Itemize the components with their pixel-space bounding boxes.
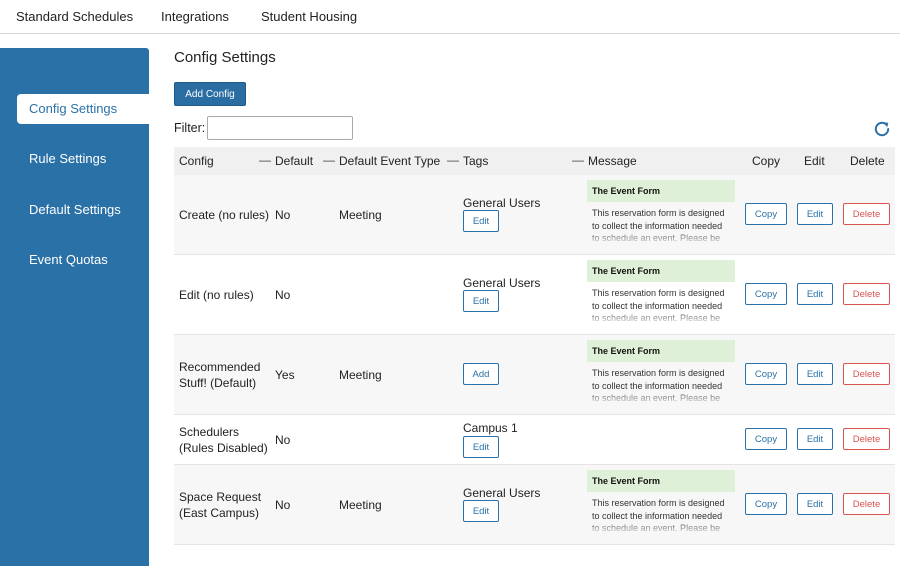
table-row: Space Request (East Campus) No Meeting G… [174,465,895,545]
edit-button[interactable]: Edit [797,493,833,515]
col-config-header[interactable]: Config [179,154,214,168]
tag-edit-button[interactable]: Edit [463,500,499,522]
default-value: No [275,433,291,447]
message-body: This reservation form is designed to col… [587,202,735,244]
default-value: Yes [275,368,295,382]
copy-button[interactable]: Copy [745,493,787,515]
message-body: This reservation form is designed to col… [587,492,735,534]
message-body: This reservation form is designed to col… [587,282,735,324]
copy-button[interactable]: Copy [745,363,787,385]
event-type: Meeting [339,208,382,222]
tab-standard-schedules[interactable]: Standard Schedules [16,9,133,24]
config-name: Edit (no rules) [179,288,254,302]
config-name: Create (no rules) [179,208,270,222]
default-value: No [275,208,291,222]
tag-name: Campus 1 [463,421,518,435]
config-name: Recommended Stuff! (Default) [179,360,261,390]
edit-button[interactable]: Edit [797,428,833,450]
message-title: The Event Form [587,260,735,282]
sidebar-item-config-settings[interactable]: Config Settings [17,94,149,124]
sidebar-item-rule-settings[interactable]: Rule Settings [17,144,149,174]
tag-edit-button[interactable]: Edit [463,436,499,458]
table-row: Schedulers (Rules Disabled) No Campus 1 … [174,415,895,465]
message-title: The Event Form [587,340,735,362]
copy-button[interactable]: Copy [745,283,787,305]
filter-label: Filter: [174,121,206,135]
col-edit-header: Edit [804,154,825,168]
copy-button[interactable]: Copy [745,203,787,225]
delete-button[interactable]: Delete [843,203,890,225]
edit-button[interactable]: Edit [797,363,833,385]
message-preview: The Event Form This reservation form is … [587,470,735,534]
message-title: The Event Form [587,180,735,202]
col-delete-header: Delete [850,154,885,168]
tag-name: General Users [463,276,541,290]
refresh-icon[interactable] [872,119,892,139]
tab-student-housing[interactable]: Student Housing [261,9,357,24]
table-row: Create (no rules) No Meeting General Use… [174,175,895,255]
delete-button[interactable]: Delete [843,493,890,515]
add-config-button[interactable]: Add Config [174,82,246,106]
message-preview: The Event Form This reservation form is … [587,340,735,404]
event-type: Meeting [339,498,382,512]
page-title: Config Settings [174,49,276,66]
tab-integrations[interactable]: Integrations [161,9,229,24]
message-preview: The Event Form This reservation form is … [587,180,735,244]
config-name: Space Request (East Campus) [179,490,262,520]
tag-name: General Users [463,486,541,500]
col-copy-header: Copy [752,154,781,168]
event-type: Meeting [339,368,382,382]
default-value: No [275,288,291,302]
message-body: This reservation form is designed to col… [587,362,735,404]
edit-button[interactable]: Edit [797,203,833,225]
edit-button[interactable]: Edit [797,283,833,305]
delete-button[interactable]: Delete [843,283,890,305]
config-name: Schedulers (Rules Disabled) [179,425,268,455]
tag-edit-button[interactable]: Edit [463,210,499,232]
column-divider: — [572,153,584,167]
tag-edit-button[interactable]: Edit [463,290,499,312]
top-nav: Standard Schedules Integrations Student … [0,0,900,34]
sidebar-item-default-settings[interactable]: Default Settings [17,195,149,225]
tag-name: General Users [463,196,541,210]
col-default-header[interactable]: Default [275,154,313,168]
filter-input[interactable] [207,116,353,140]
column-divider: — [259,153,271,167]
sidebar: Config Settings Rule Settings Default Se… [0,48,149,566]
message-title: The Event Form [587,470,735,492]
col-tags-header[interactable]: Tags [463,154,488,168]
column-divider: — [323,153,335,167]
col-default-event-type-header[interactable]: Default Event Type [339,154,440,168]
default-value: No [275,498,291,512]
message-preview: The Event Form This reservation form is … [587,260,735,324]
tag-add-button[interactable]: Add [463,363,499,385]
sidebar-item-event-quotas[interactable]: Event Quotas [17,245,149,275]
table-row: Recommended Stuff! (Default) Yes Meeting… [174,335,895,415]
col-message-header[interactable]: Message [588,154,637,168]
delete-button[interactable]: Delete [843,363,890,385]
copy-button[interactable]: Copy [745,428,787,450]
delete-button[interactable]: Delete [843,428,890,450]
column-divider: — [447,153,459,167]
table-header: Config — Default — Default Event Type — … [174,147,895,175]
table-row: Edit (no rules) No General Users Edit Th… [174,255,895,335]
